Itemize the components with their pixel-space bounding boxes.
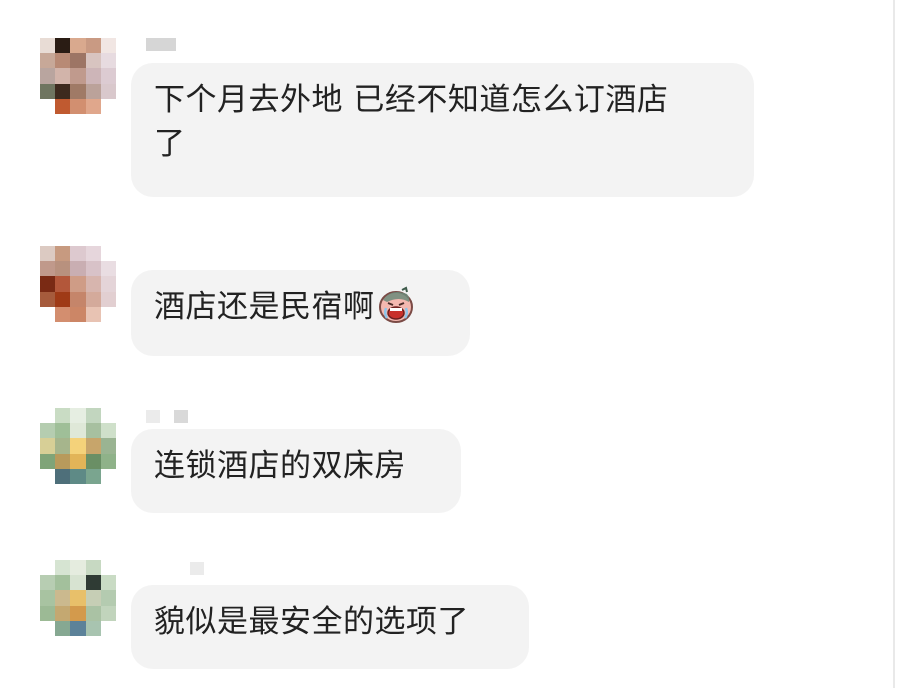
avatar[interactable] bbox=[40, 246, 116, 322]
message-bubble[interactable]: 貌似是最安全的选项了 bbox=[131, 585, 529, 669]
message-text: 了 bbox=[154, 126, 186, 162]
avatar[interactable] bbox=[40, 560, 116, 636]
crying-face-emoji-icon bbox=[377, 286, 415, 324]
message-bubble[interactable]: 下个月去外地 已经不知道怎么订酒店 了 bbox=[131, 63, 754, 197]
chat-thread: 下个月去外地 已经不知道怎么订酒店 了 酒店还是民宿啊 连锁酒店的双床房 貌似是… bbox=[0, 0, 900, 688]
message-text: 酒店还是民宿啊 bbox=[154, 289, 375, 325]
avatar[interactable] bbox=[40, 408, 116, 484]
avatar[interactable] bbox=[40, 38, 116, 114]
sender-name bbox=[146, 38, 190, 51]
message-text: 下个月去外地 已经不知道怎么订酒店 bbox=[154, 82, 669, 118]
message-bubble[interactable]: 连锁酒店的双床房 bbox=[131, 429, 461, 513]
scroll-edge bbox=[893, 0, 895, 688]
message-bubble[interactable]: 酒店还是民宿啊 bbox=[131, 270, 470, 356]
message-text: 貌似是最安全的选项了 bbox=[154, 604, 469, 640]
message-text: 连锁酒店的双床房 bbox=[154, 448, 406, 484]
sender-name bbox=[190, 562, 218, 575]
sender-name bbox=[146, 410, 202, 423]
